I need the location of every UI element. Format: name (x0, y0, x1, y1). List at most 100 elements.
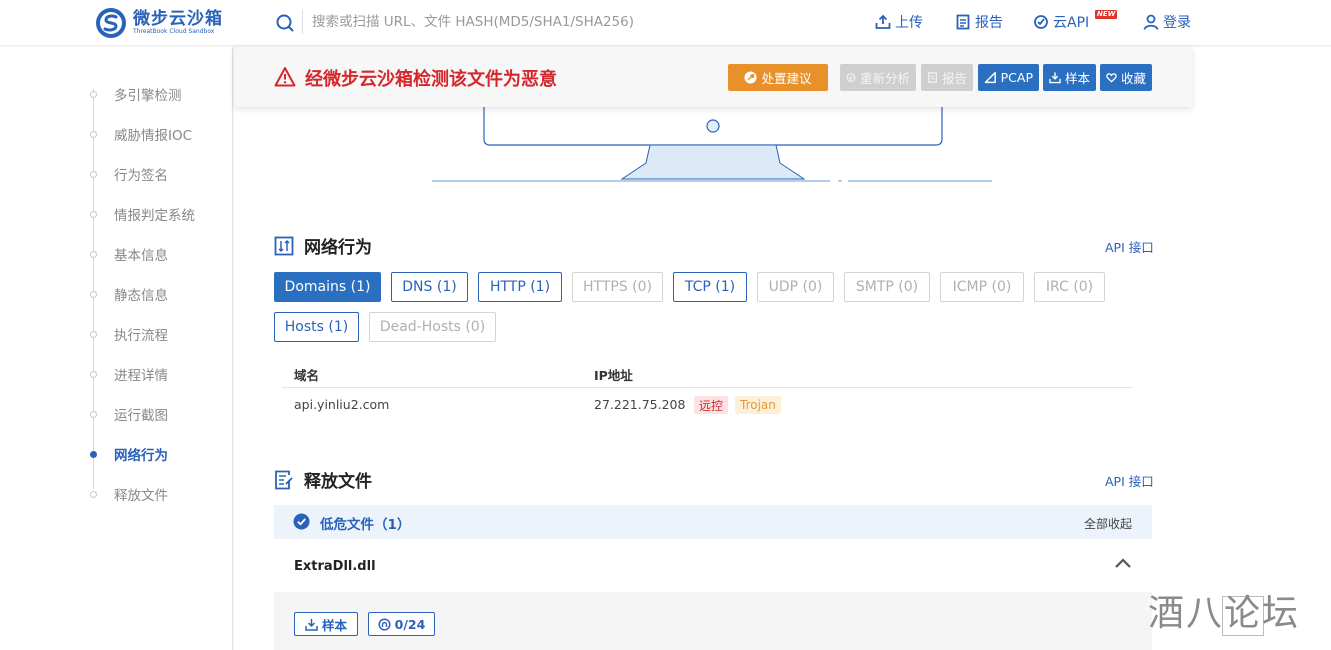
sidebar-item-label: 运行截图 (114, 408, 168, 424)
report-button[interactable]: 报告 (921, 64, 973, 91)
sidebar-item-label: 网络行为 (114, 448, 168, 464)
sidebar-item-basic-info[interactable]: 基本信息 (88, 244, 168, 264)
upload-link[interactable]: 上传 (875, 12, 923, 32)
refresh-icon (846, 73, 856, 82)
sidebar-dot (90, 250, 97, 258)
tab-domains[interactable]: Domains (1) (274, 272, 381, 302)
warning-icon (274, 67, 296, 87)
right-margin (1192, 47, 1331, 650)
document-icon (928, 72, 937, 83)
file-name: ExtraDll.dll (294, 559, 376, 574)
report-link[interactable]: 报告 (955, 12, 1003, 32)
watermark: 酒八论坛 (1148, 593, 1301, 634)
network-section-title: 网络行为 (274, 233, 372, 258)
disposal-advice-button[interactable]: 处置建议 (728, 64, 828, 91)
file-list-icon (275, 470, 293, 489)
sidebar-item-released-files[interactable]: 释放文件 (88, 484, 168, 504)
sidebar-item-multi-engine[interactable]: 多引擎检测 (88, 84, 182, 104)
sidebar-item-label: 威胁情报IOC (114, 128, 193, 144)
sidebar: 多引擎检测 威胁情报IOC 行为签名 情报判定系统 基本信息 静态信息 执行流程… (0, 47, 233, 650)
ip-cell: 27.221.75.208 (594, 397, 686, 412)
pcap-icon (984, 71, 996, 84)
verdict-alert-bar: 经微步云沙箱检测该文件为恶意 处置建议 重新分析 报告 PCAP 样本 收藏 (234, 47, 1192, 107)
tab-https[interactable]: HTTPS (0) (572, 272, 663, 302)
tab-irc[interactable]: IRC (0) (1034, 272, 1105, 302)
new-badge: NEW (1095, 10, 1118, 19)
tab-dns[interactable]: DNS (1) (391, 272, 468, 302)
logo-title: 微步云沙箱 (133, 9, 223, 29)
sidebar-dot (90, 330, 97, 338)
sidebar-item-threat-ioc[interactable]: 威胁情报IOC (88, 124, 192, 144)
sidebar-dot (90, 90, 97, 98)
network-api-link[interactable]: API 接口 (1105, 237, 1154, 256)
tag-trojan: Trojan (735, 396, 781, 414)
network-title-label: 网络行为 (304, 238, 372, 258)
tab-icmp[interactable]: ICMP (0) (940, 272, 1024, 302)
document-icon (956, 14, 970, 30)
detection-ratio-button[interactable]: 0/24 (368, 612, 435, 636)
verdict-text: 经微步云沙箱检测该文件为恶意 (305, 69, 557, 90)
upload-icon (875, 14, 891, 29)
check-circle-icon (293, 513, 310, 530)
released-file-row[interactable]: ExtraDll.dll (274, 539, 1152, 592)
sidebar-item-verdict-system[interactable]: 情报判定系统 (88, 204, 195, 224)
tab-tcp[interactable]: TCP (1) (673, 272, 747, 302)
sidebar-dot (90, 450, 97, 458)
column-header-ip: IP地址 (594, 368, 633, 383)
disposal-advice-label: 处置建议 (761, 71, 812, 86)
tab-smtp[interactable]: SMTP (0) (844, 272, 930, 302)
sidebar-item-label: 基本信息 (114, 248, 168, 264)
sidebar-item-label: 行为签名 (114, 168, 168, 184)
network-icon (274, 236, 294, 255)
tab-http[interactable]: HTTP (1) (478, 272, 562, 302)
sidebar-dot (90, 490, 97, 498)
domain-cell: api.yinliu2.com (294, 397, 390, 412)
logo-subtitle: ThreatBook Cloud Sandbox (133, 28, 215, 35)
released-section-title: 释放文件 (274, 467, 372, 492)
sidebar-dot (90, 170, 97, 178)
download-icon (305, 618, 318, 631)
sidebar-item-label: 多引擎检测 (114, 88, 182, 104)
cloud-api-link[interactable]: 云API NEW (1033, 10, 1118, 32)
search-input[interactable] (312, 10, 832, 34)
login-link[interactable]: 登录 (1143, 12, 1191, 32)
wrench-icon (744, 71, 757, 84)
sidebar-item-process-details[interactable]: 进程详情 (88, 364, 168, 384)
sidebar-item-execution-flow[interactable]: 执行流程 (88, 324, 168, 344)
sidebar-item-screenshots[interactable]: 运行截图 (88, 404, 168, 424)
file-sample-label: 样本 (321, 617, 347, 633)
download-icon (1049, 72, 1061, 84)
tab-hosts[interactable]: Hosts (1) (274, 312, 359, 342)
tab-dead-hosts[interactable]: Dead-Hosts (0) (369, 312, 496, 342)
sidebar-item-network[interactable]: 网络行为 (88, 444, 168, 464)
report-button-label: 报告 (941, 71, 967, 86)
gauge-icon (378, 617, 391, 631)
low-risk-group-header[interactable]: 低危文件（1） 全部收起 (274, 505, 1152, 539)
tab-udp[interactable]: UDP (0) (757, 272, 834, 302)
collapse-all-link[interactable]: 全部收起 (1084, 515, 1132, 532)
tag-remote-control: 远控 (694, 396, 729, 414)
top-bar: 微步云沙箱 ThreatBook Cloud Sandbox 上传 报告 云AP… (0, 0, 1331, 46)
pcap-button[interactable]: PCAP (978, 64, 1039, 91)
sample-download-button[interactable]: 样本 (1043, 64, 1096, 91)
reanalyze-button[interactable]: 重新分析 (840, 64, 916, 91)
sidebar-item-signatures[interactable]: 行为签名 (88, 164, 168, 184)
chevron-up-icon[interactable] (1114, 557, 1132, 569)
sidebar-item-static-info[interactable]: 静态信息 (88, 284, 168, 304)
column-header-domain: 域名 (294, 368, 320, 383)
search-divider (302, 10, 303, 34)
sidebar-item-label: 进程详情 (114, 368, 168, 384)
sidebar-dot (90, 370, 97, 378)
detection-ratio-label: 0/24 (394, 616, 426, 632)
file-sample-button[interactable]: 样本 (294, 612, 358, 636)
logo[interactable]: 微步云沙箱 ThreatBook Cloud Sandbox (95, 6, 235, 40)
favorite-button[interactable]: 收藏 (1100, 64, 1152, 91)
table-divider (282, 387, 1133, 388)
sidebar-dot (90, 410, 97, 418)
search-icon[interactable] (276, 14, 294, 32)
released-api-link[interactable]: API 接口 (1105, 471, 1154, 490)
login-label: 登录 (1163, 15, 1191, 31)
cloud-api-label: 云API (1053, 15, 1090, 31)
sidebar-item-label: 释放文件 (114, 488, 168, 504)
favorite-label: 收藏 (1120, 71, 1146, 86)
